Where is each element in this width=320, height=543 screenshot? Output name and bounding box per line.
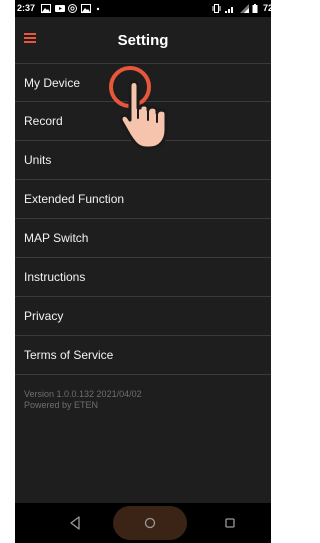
- app-header: Setting: [15, 17, 271, 63]
- status-bar: 2:37 72: [15, 0, 271, 17]
- powered-by-text: Powered by ETEN: [24, 400, 99, 410]
- menu-item-instructions[interactable]: Instructions: [15, 258, 271, 297]
- phone-screen: 2:37 72 Setting My Device Record Units E…: [15, 0, 271, 543]
- signal-icon: [225, 7, 233, 13]
- version-info: Version 1.0.0.132 2021/04/02 Powered by …: [24, 389, 142, 411]
- menu-item-extended-function[interactable]: Extended Function: [15, 180, 271, 219]
- vibrate-icon: [212, 4, 221, 13]
- at-sign-icon: [68, 4, 77, 13]
- pointing-hand-icon: [119, 80, 168, 150]
- battery-icon: [252, 4, 258, 13]
- menu-item-map-switch[interactable]: MAP Switch: [15, 219, 271, 258]
- version-text: Version 1.0.0.132 2021/04/02: [24, 389, 142, 399]
- gallery-icon: [41, 4, 51, 13]
- more-dot-icon: [96, 7, 100, 11]
- gallery-icon-2: [81, 4, 91, 13]
- menu-item-privacy[interactable]: Privacy: [15, 297, 271, 336]
- recents-square-icon[interactable]: [220, 513, 240, 533]
- video-icon: [55, 5, 65, 12]
- home-circle-icon[interactable]: [140, 513, 160, 533]
- battery-percent: 72: [262, 3, 271, 13]
- signal-icon-2: [240, 4, 249, 13]
- menu-item-terms-of-service[interactable]: Terms of Service: [15, 336, 271, 375]
- page-title: Setting: [117, 32, 169, 49]
- navigation-bar: [15, 503, 271, 543]
- back-triangle-icon[interactable]: [65, 513, 85, 533]
- status-time: 2:37: [17, 3, 36, 13]
